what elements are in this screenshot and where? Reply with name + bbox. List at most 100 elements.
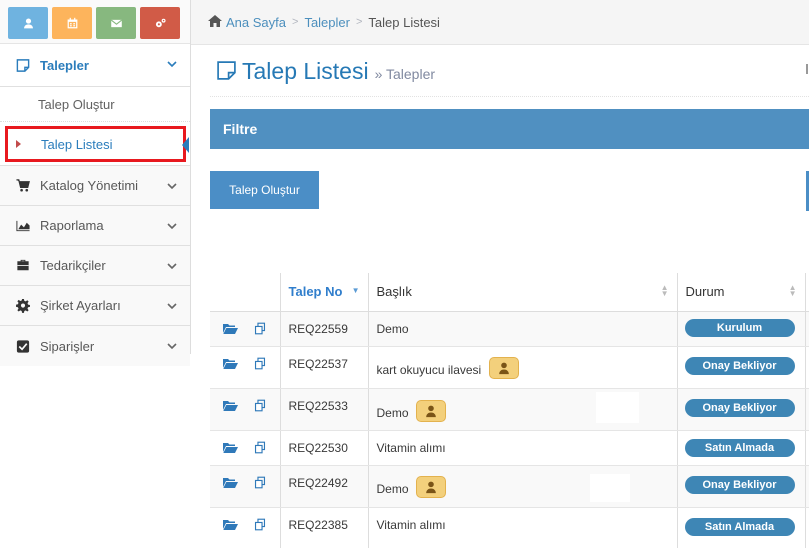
sort-desc-icon: ▼ xyxy=(351,286,360,295)
shortcut-user-button[interactable] xyxy=(8,7,48,39)
shortcut-calendar-button[interactable] xyxy=(52,7,92,39)
sort-icon: ▲ ▼ xyxy=(660,283,669,298)
cell-baslik: Demo xyxy=(367,311,677,347)
user-avatar-badge[interactable] xyxy=(488,356,519,379)
sidebar-item-label: Katalog Yönetimi xyxy=(40,178,139,193)
sidebar-item-sirket-ayarlari[interactable]: Şirket Ayarları xyxy=(0,286,190,326)
breadcrumb-section-link[interactable]: Talepler xyxy=(304,15,350,30)
sidebar-item-siparisler[interactable]: Siparişler xyxy=(0,326,190,366)
folder-open-icon[interactable] xyxy=(222,357,238,370)
cart-icon xyxy=(14,178,32,194)
sort-icon: ▲ ▼ xyxy=(788,283,797,298)
table-row: REQ22537 kart okuyucu ilavesi Onay Bekli… xyxy=(210,346,809,389)
user-icon xyxy=(23,17,33,28)
note-icon xyxy=(216,58,242,82)
cell-talep-no: REQ22492 xyxy=(279,465,368,508)
check-square-icon xyxy=(14,338,32,354)
table-row: REQ22533 Demo Onay Bekliyor xyxy=(210,388,809,431)
breadcrumb-home-link[interactable]: Ana Sayfa xyxy=(226,15,286,30)
sidebar-subitem-talep-listesi[interactable]: Talep Listesi xyxy=(5,126,189,162)
sidebar-item-label: Raporlama xyxy=(40,218,104,233)
calendar-icon xyxy=(67,17,77,28)
status-badge: Onay Bekliyor xyxy=(684,398,795,417)
copy-icon[interactable] xyxy=(252,476,268,489)
column-header-actions xyxy=(210,273,280,312)
sidebar-item-label: Siparişler xyxy=(40,338,95,354)
request-table: Talep No ▼ Başlık ▲ ▼ Durum ▲ ▼ REQ22559 D… xyxy=(210,273,809,548)
scroll-edge xyxy=(806,64,808,74)
page-title-text: Talep Listesi xyxy=(242,58,369,84)
chevron-down-icon xyxy=(166,340,178,352)
table-header-row: Talep No ▼ Başlık ▲ ▼ Durum ▲ ▼ xyxy=(210,273,809,312)
status-badge: Satın Almada xyxy=(684,517,795,536)
table-row: REQ22530 Vitamin alımı Satın Almada xyxy=(210,430,809,466)
user-icon xyxy=(426,405,436,417)
sidebar-submenu-talepler: Talep Oluştur Talep Listesi xyxy=(0,87,190,166)
column-header-talep-no[interactable]: Talep No ▼ xyxy=(279,273,368,312)
chevron-down-icon xyxy=(166,180,178,192)
note-icon xyxy=(14,57,32,73)
chevron-down-icon xyxy=(166,260,178,272)
copy-icon[interactable] xyxy=(252,441,268,454)
sidebar-subitem-talep-olustur[interactable]: Talep Oluştur xyxy=(0,87,190,122)
sidebar-item-tedarikciler[interactable]: Tedarikçiler xyxy=(0,246,190,286)
breadcrumb: Ana Sayfa > Talepler > Talep Listesi xyxy=(191,0,809,45)
copy-icon[interactable] xyxy=(252,399,268,412)
sidebar-item-talepler[interactable]: Talepler xyxy=(0,44,190,87)
create-request-button[interactable]: Talep Oluştur xyxy=(210,171,319,209)
sidebar: Talepler Talep Oluştur Talep Listesi Kat… xyxy=(0,0,191,366)
chevron-down-icon xyxy=(166,58,178,70)
column-header-durum[interactable]: Durum ▲ ▼ xyxy=(676,273,805,312)
cell-baslik: Vitamin alımı xyxy=(367,507,677,548)
sidebar-item-label: Tedarikçiler xyxy=(40,258,106,273)
sidebar-item-label: Talepler xyxy=(40,57,89,73)
folder-open-icon[interactable] xyxy=(222,476,238,489)
copy-icon[interactable] xyxy=(252,357,268,370)
breadcrumb-current: Talep Listesi xyxy=(368,14,440,30)
sidebar-item-raporlama[interactable]: Raporlama xyxy=(0,206,190,246)
shortcut-envelope-button[interactable] xyxy=(96,7,136,39)
cell-baslik: kart okuyucu ilavesi xyxy=(367,346,677,389)
status-badge: Onay Bekliyor xyxy=(684,475,795,494)
cell-talep-no: REQ22385 xyxy=(279,507,368,548)
cell-baslik: Vitamin alımı xyxy=(367,430,677,466)
chevron-down-icon xyxy=(166,300,178,312)
folder-open-icon[interactable] xyxy=(222,518,238,531)
home-icon xyxy=(207,14,226,31)
copy-icon[interactable] xyxy=(252,322,268,335)
briefcase-icon xyxy=(14,258,32,274)
status-badge: Satın Almada xyxy=(684,438,795,457)
user-avatar-badge[interactable] xyxy=(415,475,446,498)
user-icon xyxy=(498,362,509,374)
breadcrumb-separator-icon: > xyxy=(355,16,363,28)
status-badge: Onay Bekliyor xyxy=(684,356,795,375)
title-divider xyxy=(210,96,809,97)
cell-talep-no: REQ22530 xyxy=(279,430,368,466)
cell-talep-no: REQ22559 xyxy=(279,311,368,347)
folder-open-icon[interactable] xyxy=(222,322,238,335)
cell-talep-no: REQ22537 xyxy=(279,346,368,389)
user-avatar-badge[interactable] xyxy=(415,399,446,422)
sidebar-item-label: Şirket Ayarları xyxy=(40,298,121,313)
user-icon xyxy=(426,481,436,493)
folder-open-icon[interactable] xyxy=(222,399,238,412)
table-row: REQ22492 Demo Onay Bekliyor xyxy=(210,465,809,508)
filter-panel-header[interactable]: Filtre xyxy=(210,109,809,149)
column-header-extra xyxy=(804,273,809,312)
envelope-icon xyxy=(110,19,122,27)
caret-right-icon xyxy=(16,140,21,148)
area-chart-icon xyxy=(14,218,32,234)
sidebar-item-katalog[interactable]: Katalog Yönetimi xyxy=(0,166,190,206)
filter-label: Filtre xyxy=(223,121,258,137)
column-header-baslik[interactable]: Başlık ▲ ▼ xyxy=(367,273,677,312)
folder-open-icon[interactable] xyxy=(222,441,238,454)
cell-talep-no: REQ22533 xyxy=(279,388,368,431)
gear-icon xyxy=(14,298,32,314)
copy-icon[interactable] xyxy=(252,518,268,531)
cell-baslik: Demo xyxy=(367,465,677,508)
redacted-area xyxy=(596,392,639,423)
page-title: Talep Listesi » Talepler xyxy=(216,58,435,85)
shortcut-cogs-button[interactable] xyxy=(140,7,180,39)
cogs-icon xyxy=(155,18,166,27)
chevron-down-icon xyxy=(166,220,178,232)
